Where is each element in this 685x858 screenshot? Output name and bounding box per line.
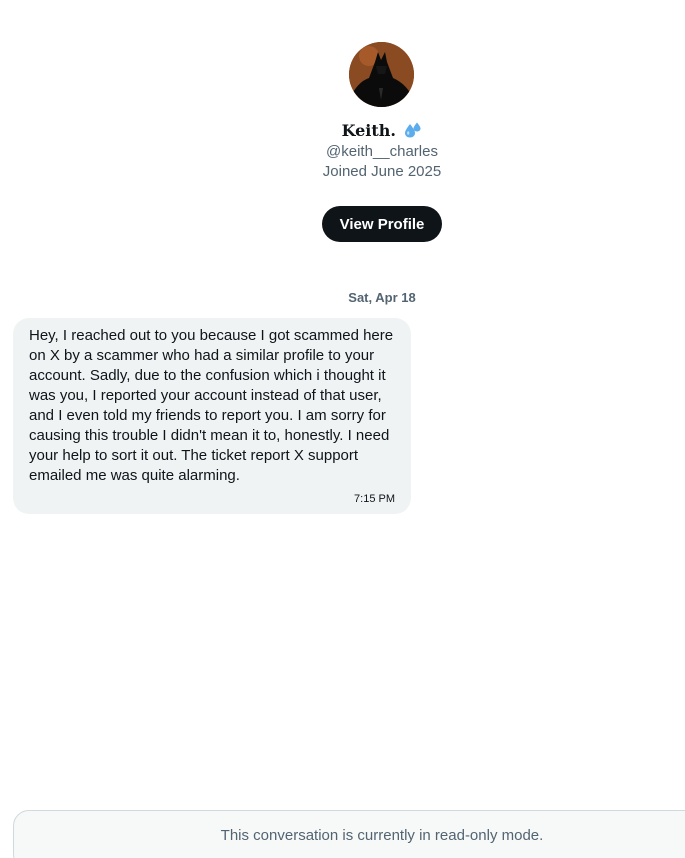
message-text: Hey, I reached out to you because I got … — [29, 327, 394, 484]
profile-handle: @keith__charles — [326, 143, 438, 160]
message-bubble[interactable]: Hey, I reached out to you because I got … — [13, 318, 411, 514]
profile-name: Keith. — [341, 121, 396, 140]
date-separator: Sat, Apr 18 — [348, 290, 416, 305]
read-only-notice-text: This conversation is currently in read-o… — [220, 827, 544, 844]
view-profile-button[interactable]: View Profile — [322, 206, 442, 242]
avatar[interactable] — [349, 42, 414, 107]
profile-name-row: Keith. — [320, 121, 444, 143]
message-timestamp: 7:15 PM — [354, 493, 395, 505]
sweat-droplets-icon — [404, 122, 422, 143]
dm-conversation-page: Keith. @keith__charles Joined June 2025 … — [0, 0, 685, 858]
profile-joined-date: Joined June 2025 — [322, 163, 442, 180]
avatar-image — [349, 42, 414, 107]
